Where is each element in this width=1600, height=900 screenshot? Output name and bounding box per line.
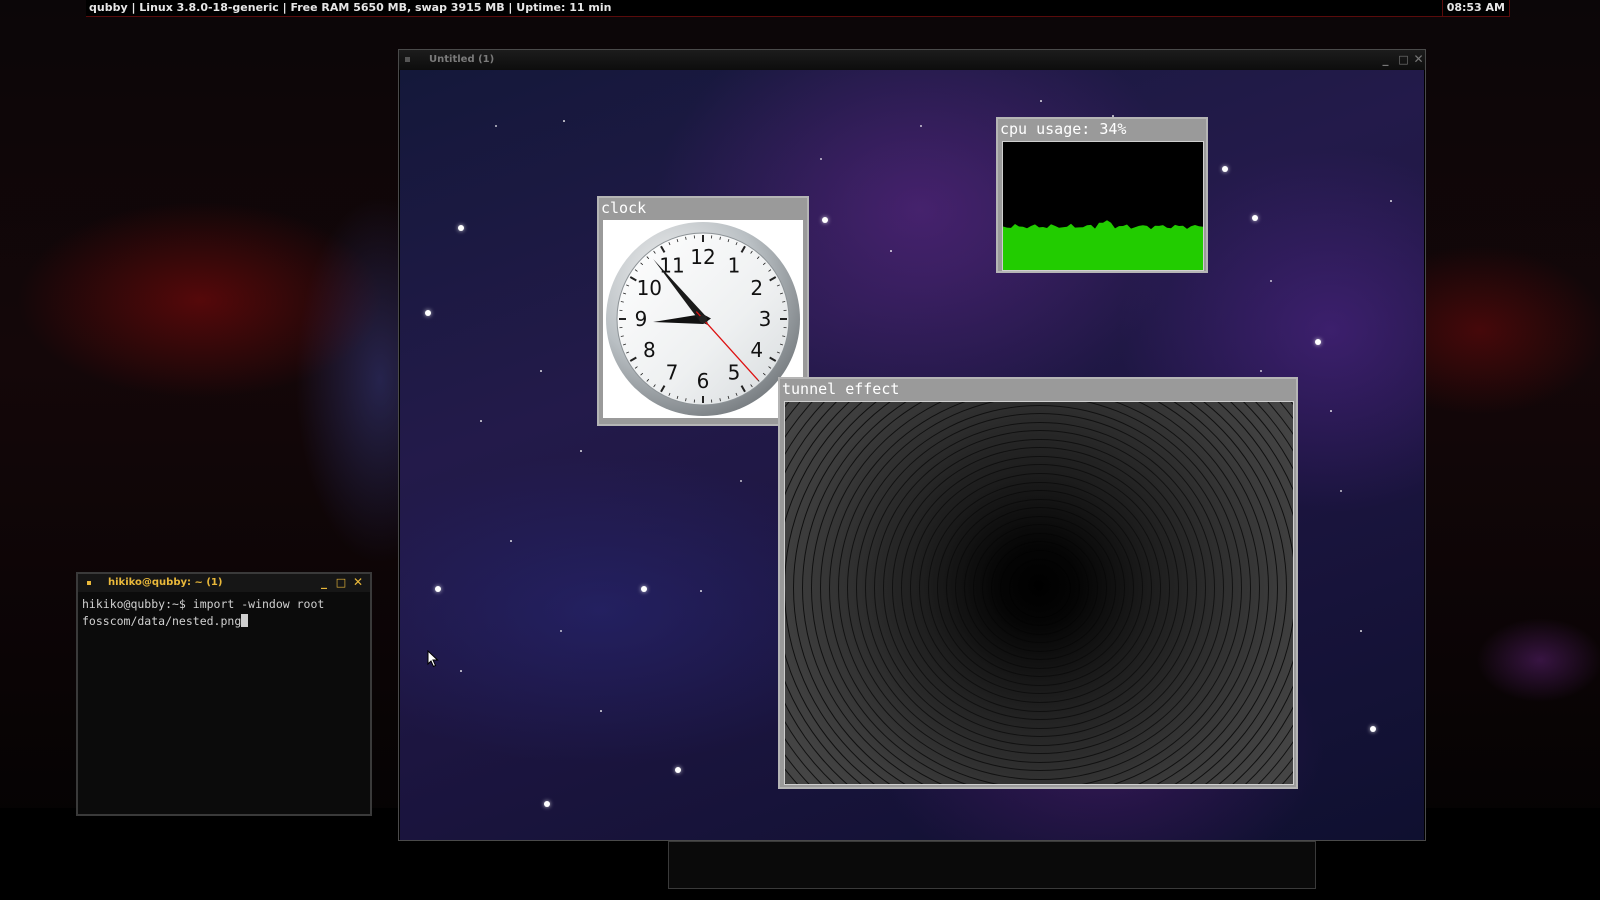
maximize-button[interactable]: □ [1397, 53, 1410, 66]
window-menu-icon[interactable] [405, 57, 410, 62]
minimize-button[interactable]: _ [1379, 53, 1392, 66]
terminal-line-1: hikiko@qubby:~$ import -window root [82, 597, 325, 611]
star [1260, 370, 1262, 372]
star [740, 480, 742, 482]
clock-hub [699, 315, 707, 323]
mouse-pointer-icon [427, 650, 439, 668]
terminal-menu-icon[interactable] [87, 581, 91, 585]
star [580, 450, 582, 452]
clock-numeral: 11 [659, 253, 684, 277]
star [1370, 726, 1376, 732]
nested-window-titlebar[interactable]: Untitled (1) _ □ ✕ [399, 50, 1425, 70]
tunnel-render [784, 401, 1294, 785]
analog-clock: 12 12 3 45678 9 1011 [606, 222, 800, 416]
star [495, 125, 497, 127]
system-info: qubby | Linux 3.8.0-18-generic | Free RA… [89, 1, 612, 14]
nested-window[interactable]: Untitled (1) _ □ ✕ clock 12 1 2 3 4 5 6 … [398, 49, 1426, 841]
star [425, 310, 431, 316]
clock-numeral: 3 [759, 307, 772, 331]
clock-numeral: 12 [690, 245, 715, 269]
terminal-line-2: fosscom/data/nested.png [82, 614, 242, 628]
star [435, 586, 441, 592]
star [544, 801, 550, 807]
tunnel-ring [785, 402, 1293, 784]
cpu-usage-area [1003, 220, 1203, 270]
star [460, 670, 462, 672]
cpu-usage-graph [1003, 220, 1203, 270]
terminal-maximize-button[interactable]: □ [335, 576, 347, 589]
terminal-close-button[interactable]: ✕ [352, 576, 364, 589]
terminal-titlebar[interactable]: hikiko@qubby: ~ (1) _ □ ✕ [78, 574, 370, 592]
star [822, 217, 828, 223]
terminal-minimize-button[interactable]: _ [318, 576, 330, 589]
terminal-output[interactable]: hikiko@qubby:~$ import -window root foss… [82, 596, 370, 630]
star [820, 158, 822, 160]
star [1340, 490, 1342, 492]
star [563, 120, 565, 122]
clock-window-title: clock [601, 199, 647, 217]
star [540, 370, 542, 372]
star [1315, 339, 1321, 345]
star [675, 767, 681, 773]
tunnel-window[interactable]: tunnel effect [778, 377, 1298, 789]
clock-numeral: 9 [635, 307, 648, 331]
star [1330, 410, 1332, 412]
close-button[interactable]: ✕ [1412, 53, 1425, 66]
status-bar: qubby | Linux 3.8.0-18-generic | Free RA… [86, 0, 1510, 17]
clock-face: 12 1 2 3 4 5 6 7 8 9 10 11 [603, 220, 803, 418]
terminal-window[interactable]: hikiko@qubby: ~ (1) _ □ ✕ hikiko@qubby:~… [76, 572, 372, 816]
star [1270, 280, 1272, 282]
clock-numeral: 8 [643, 338, 656, 362]
star [700, 590, 702, 592]
star [480, 420, 482, 422]
star [920, 125, 922, 127]
star [560, 630, 562, 632]
clock-numeral: 5 [728, 361, 741, 385]
star [1040, 100, 1042, 102]
cpu-window[interactable]: cpu usage: 34% [996, 117, 1208, 273]
clock-numeral: 6 [697, 369, 710, 393]
star [1360, 630, 1362, 632]
star [510, 540, 512, 542]
clock-numeral: 10 [637, 276, 662, 300]
tunnel-window-title: tunnel effect [782, 380, 900, 398]
cpu-window-title: cpu usage: 34% [1000, 120, 1127, 138]
clock-numeral: 4 [750, 338, 763, 362]
cpu-graph [1002, 141, 1204, 271]
terminal-title: hikiko@qubby: ~ (1) [108, 577, 223, 588]
nested-window-title: Untitled (1) [429, 54, 495, 65]
star [458, 225, 464, 231]
bottom-panel [668, 841, 1316, 889]
star [641, 586, 647, 592]
star [1390, 200, 1392, 202]
clock-numeral: 7 [666, 361, 679, 385]
star [1252, 215, 1258, 221]
star [600, 710, 602, 712]
status-clock: 08:53 AM [1441, 0, 1510, 16]
terminal-cursor [241, 614, 249, 627]
clock-numeral: 1 [728, 253, 741, 277]
nested-desktop: clock 12 1 2 3 4 5 6 7 8 9 10 11 cpu usa… [400, 70, 1424, 840]
star [890, 250, 892, 252]
star [1222, 166, 1228, 172]
clock-numeral: 2 [750, 276, 763, 300]
